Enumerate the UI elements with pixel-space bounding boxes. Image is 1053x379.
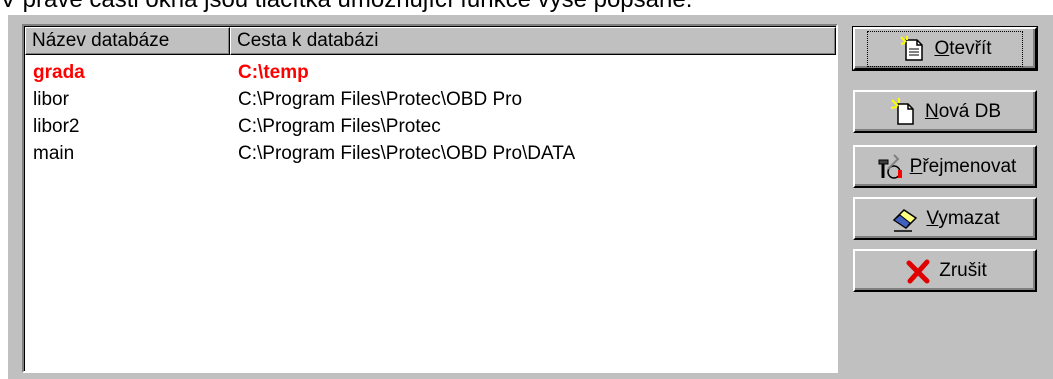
cancel-button[interactable]: Zrušit xyxy=(853,249,1037,292)
open-button-label: Otevřít xyxy=(934,37,992,59)
database-name: libor2 xyxy=(33,116,80,137)
list-item[interactable]: main C:\Program Files\Protec\OBD Pro\DAT… xyxy=(33,140,836,167)
new-db-button[interactable]: Nová DB xyxy=(853,90,1037,133)
column-header-path[interactable]: Cesta k databázi xyxy=(230,27,836,55)
column-header-name[interactable]: Název databáze xyxy=(25,27,230,55)
delete-button-label: Vymazat xyxy=(926,207,1000,229)
new-document-icon xyxy=(890,97,914,125)
list-header: Název databáze Cesta k databázi xyxy=(25,27,836,55)
database-name: grada xyxy=(33,62,85,83)
red-x-icon xyxy=(906,259,930,283)
eraser-icon xyxy=(893,208,918,232)
list-item[interactable]: libor C:\Program Files\Protec\OBD Pro xyxy=(33,86,836,113)
database-path: C:\Program Files\Protec\OBD Pro xyxy=(238,89,523,110)
page-caption: V pravé části okna jsou tlačítka umožňuj… xyxy=(0,0,1053,12)
rename-tools-icon xyxy=(878,153,902,179)
rename-button[interactable]: Přejmenovat xyxy=(853,145,1037,188)
database-dialog: Název databáze Cesta k databázi grada C:… xyxy=(8,15,1053,379)
list-item[interactable]: grada C:\temp xyxy=(33,59,836,86)
database-name: libor xyxy=(33,89,69,110)
focus-rect: Otevřít xyxy=(867,30,1023,67)
new-db-button-label: Nová DB xyxy=(924,100,1002,122)
list-rows: grada C:\temp libor C:\Program Files\Pro… xyxy=(33,59,836,167)
database-path: C:\Program Files\Protec\OBD Pro\DATA xyxy=(238,143,576,164)
database-name: main xyxy=(33,143,75,164)
database-path: C:\temp xyxy=(238,62,309,83)
rename-button-label: Přejmenovat xyxy=(909,155,1017,177)
database-list[interactable]: Název databáze Cesta k databázi grada C:… xyxy=(22,24,838,373)
open-document-icon xyxy=(900,35,924,61)
database-path: C:\Program Files\Protec xyxy=(238,116,441,137)
list-item[interactable]: libor2 C:\Program Files\Protec xyxy=(33,113,836,140)
delete-button[interactable]: Vymazat xyxy=(853,197,1037,240)
open-button[interactable]: Otevřít xyxy=(852,26,1038,71)
cancel-button-label: Zrušit xyxy=(939,259,987,281)
